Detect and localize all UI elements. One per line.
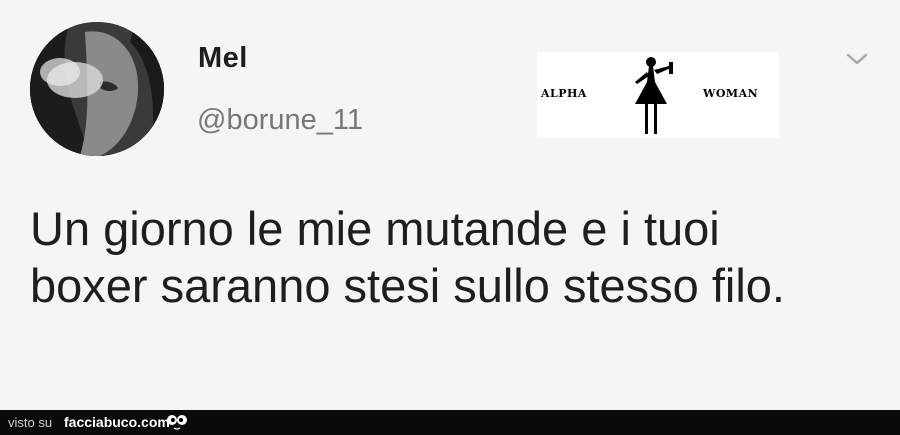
avatar-photo [30, 22, 164, 156]
tweet-card: Mel @borune_11 ALPHA WOMAN Un giorno le … [0, 0, 900, 410]
display-name[interactable]: Mel [198, 42, 248, 75]
logo-word-left: ALPHA [541, 87, 587, 100]
watermark-bar: visto su facciabuco.com [0, 410, 900, 435]
tweet-text: Un giorno le mie mutande e i tuoi boxer … [30, 202, 785, 312]
eyes-icon [167, 415, 187, 430]
visto-su-label: visto su [8, 415, 53, 430]
woman-silhouette-icon [635, 57, 673, 134]
user-handle[interactable]: @borune_11 [197, 104, 363, 137]
site-link[interactable]: facciabuco.com [64, 414, 170, 430]
chevron-down-icon[interactable] [842, 48, 872, 70]
logo-word-right: WOMAN [703, 87, 759, 100]
avatar[interactable] [30, 22, 164, 156]
alpha-woman-logo: ALPHA WOMAN [537, 52, 779, 138]
